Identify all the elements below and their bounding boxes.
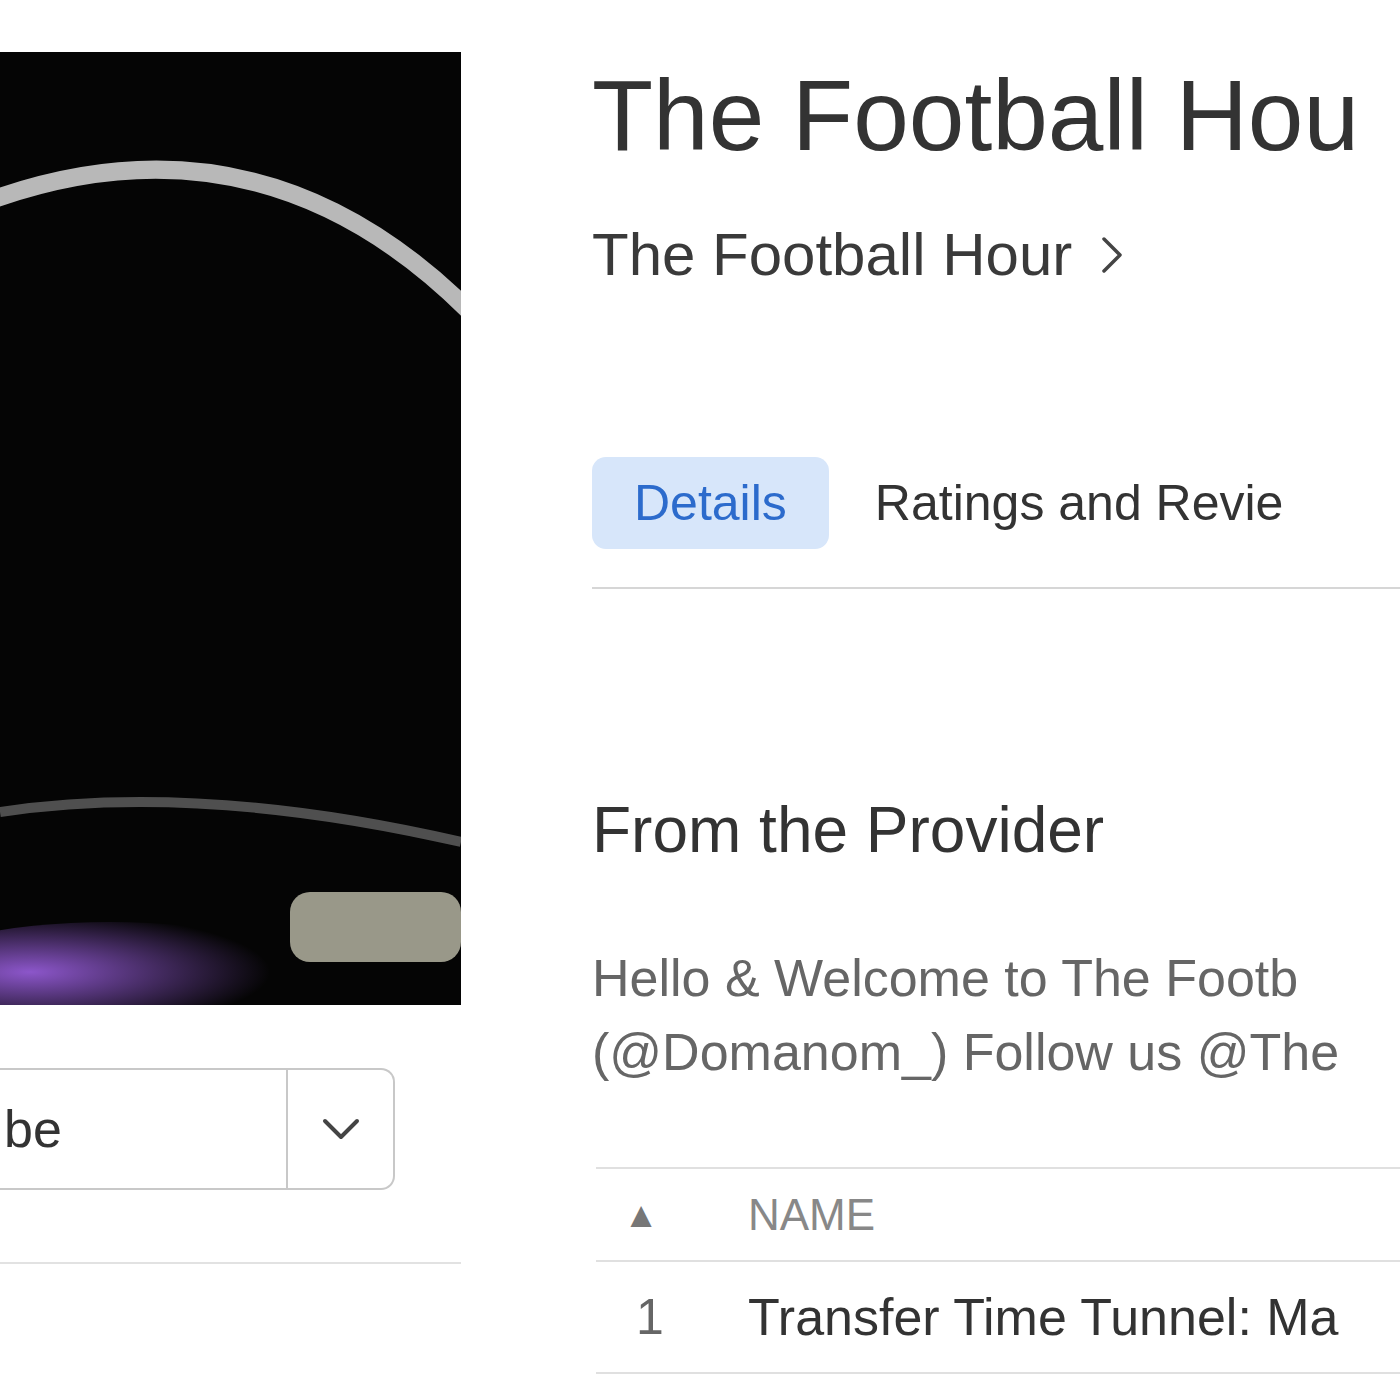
description: Hello & Welcome to The Footb(@Domanom_) … — [592, 941, 1400, 1089]
tab-bar: Details Ratings and Revie — [592, 457, 1400, 589]
details-column: The Football Hou The Football Hour Details… — [592, 0, 1400, 1400]
tab[interactable]: Details — [592, 457, 829, 549]
dropdown-button[interactable] — [288, 1070, 393, 1188]
subscribe-button[interactable]: be — [0, 1068, 395, 1190]
left-column: be — [0, 0, 461, 1400]
stadium-icon — [0, 52, 461, 1005]
artwork — [0, 52, 461, 1005]
chevron-down-icon — [321, 1117, 361, 1141]
divider — [0, 1262, 461, 1264]
podcast-title: The Football Hou — [592, 55, 1400, 175]
chevron-right-icon — [1100, 235, 1124, 275]
section-heading: From the Provider — [592, 790, 1400, 870]
table-header[interactable]: ▲NAME — [596, 1169, 1400, 1262]
podcast-page: be The Football Hou The Football Hour Detai… — [0, 0, 1400, 1400]
tab[interactable]: Ratings and Revie — [875, 457, 1284, 549]
episode-table: ▲NAME1Transfer Time Tunnel: Ma — [596, 1167, 1400, 1374]
provider-link[interactable]: The Football Hour — [592, 215, 1400, 295]
table-row[interactable]: 1Transfer Time Tunnel: Ma — [596, 1262, 1400, 1374]
